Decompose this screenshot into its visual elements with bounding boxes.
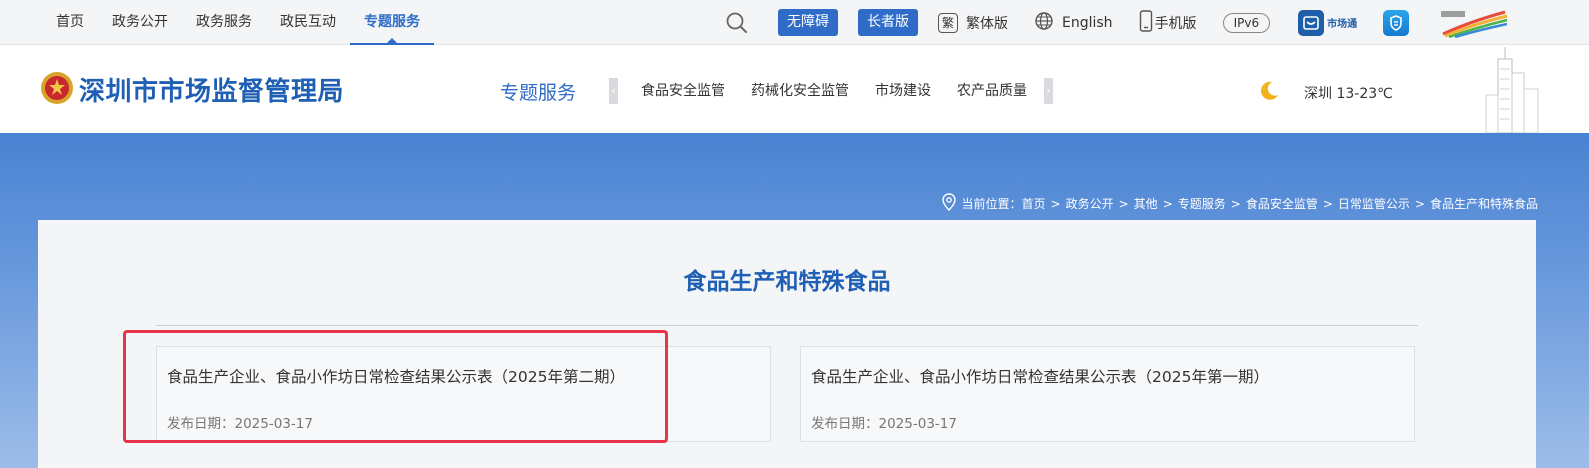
traditional-chinese-icon: 繁 [938,12,958,33]
search-icon[interactable] [720,6,754,40]
subnav: 食品安全监管 药械化安全监管 市场建设 农产品质量安全 [628,80,1028,102]
traditional-chinese-link[interactable]: 繁 繁体版 [938,12,1008,33]
breadcrumb-item[interactable]: 首页 [1022,195,1046,212]
breadcrumb-item[interactable]: 其他 [1134,195,1158,212]
market-app-link[interactable]: 市场通 [1298,9,1358,36]
market-app-icon [1298,9,1325,36]
article-card[interactable]: 食品生产企业、食品小作坊日常检查结果公示表（2025年第一期） 发布日期：202… [800,346,1415,442]
mobile-phone-icon [1139,9,1153,36]
topnav-gov-service[interactable]: 政务服务 [182,0,266,45]
breadcrumb-separator: > [1230,196,1241,211]
topnav-gov-info[interactable]: 政务公开 [98,0,182,45]
site-name[interactable]: 深圳市市场监督管理局 [79,71,344,108]
active-caret-icon [387,38,397,43]
top-tools: 无障碍 长者版 繁 繁体版 English 手机版 IPv6 市场通 [720,0,1509,45]
elder-mode-button[interactable]: 长者版 [858,9,918,36]
breadcrumb-item-current[interactable]: 食品生产和特殊食品 [1430,195,1538,212]
breadcrumb-separator: > [1162,196,1173,211]
article-date: 发布日期：2025-03-17 [167,416,313,432]
english-link[interactable]: English [1034,11,1113,35]
mobile-version-label: 手机版 [1154,15,1197,32]
accessibility-button[interactable]: 无障碍 [778,9,838,36]
article-card[interactable]: 食品生产企业、食品小作坊日常检查结果公示表（2025年第二期） 发布日期：202… [156,346,771,442]
breadcrumb-separator: > [1322,196,1333,211]
topnav-special-service-label: 专题服务 [364,14,420,30]
content-panel: 食品生产和特殊食品 食品生产企业、食品小作坊日常检查结果公示表（2025年第二期… [38,220,1536,468]
subnav-prev-button[interactable]: ‹ [609,78,618,104]
topnav-home[interactable]: 首页 [42,0,98,45]
breadcrumb-item[interactable]: 日常监管公示 [1338,195,1410,212]
subnav-next-button[interactable]: › [1044,78,1053,104]
top-nav: 首页 政务公开 政务服务 政民互动 专题服务 [42,0,434,45]
subnav-item-drug-safety[interactable]: 药械化安全监管 [751,80,849,102]
subnav-item-food-safety[interactable]: 食品安全监管 [641,80,725,102]
globe-icon [1034,11,1054,35]
top-bar: 首页 政务公开 政务服务 政民互动 专题服务 无障碍 长者版 繁 繁体版 Eng… [0,0,1589,45]
topnav-special-service[interactable]: 专题服务 [350,0,434,45]
service-app-icon[interactable] [1383,9,1410,36]
subnav-item-agri-quality[interactable]: 农产品质量安全 [957,80,1028,102]
ipv6-badge: IPv6 [1222,12,1271,33]
site-header: 深圳市市场监督管理局 专题服务 ‹ 食品安全监管 药械化安全监管 市场建设 农产… [0,45,1589,134]
breadcrumb-separator: > [1414,196,1425,211]
english-label: English [1062,14,1113,31]
title-divider [156,325,1418,326]
weather-text: 深圳 13-23℃ [1304,86,1393,102]
subnav-item-market-building[interactable]: 市场建设 [875,80,931,102]
moon-icon [1258,80,1280,106]
page-title: 食品生产和特殊食品 [683,269,891,295]
breadcrumb-item[interactable]: 食品安全监管 [1246,195,1318,212]
breadcrumb-label: 当前位置： [961,197,1022,211]
shenzhen-logo-icon[interactable] [1439,8,1509,38]
breadcrumb: 当前位置： 首页 > 政务公开 > 其他 > 专题服务 > 食品安全监管 > 日… [941,193,1538,214]
weather: 深圳 13-23℃ [1258,80,1393,106]
breadcrumb-separator: > [1050,196,1061,211]
breadcrumb-item[interactable]: 专题服务 [1178,195,1226,212]
tower-illustration [1478,45,1544,134]
section-title: 专题服务 [500,82,577,104]
article-title-link[interactable]: 食品生产企业、食品小作坊日常检查结果公示表（2025年第一期） [811,365,1269,387]
breadcrumb-item[interactable]: 政务公开 [1066,195,1114,212]
topnav-interaction[interactable]: 政民互动 [266,0,350,45]
article-date: 发布日期：2025-03-17 [811,416,957,432]
location-pin-icon [941,193,956,214]
market-app-label: 市场通 [1327,19,1358,30]
breadcrumb-separator: > [1118,196,1129,211]
mobile-version-link[interactable]: 手机版 [1139,9,1197,36]
article-title-link[interactable]: 食品生产企业、食品小作坊日常检查结果公示表（2025年第二期） [167,365,625,387]
traditional-chinese-label: 繁体版 [966,15,1008,32]
emblem-logo-icon[interactable] [40,71,74,105]
